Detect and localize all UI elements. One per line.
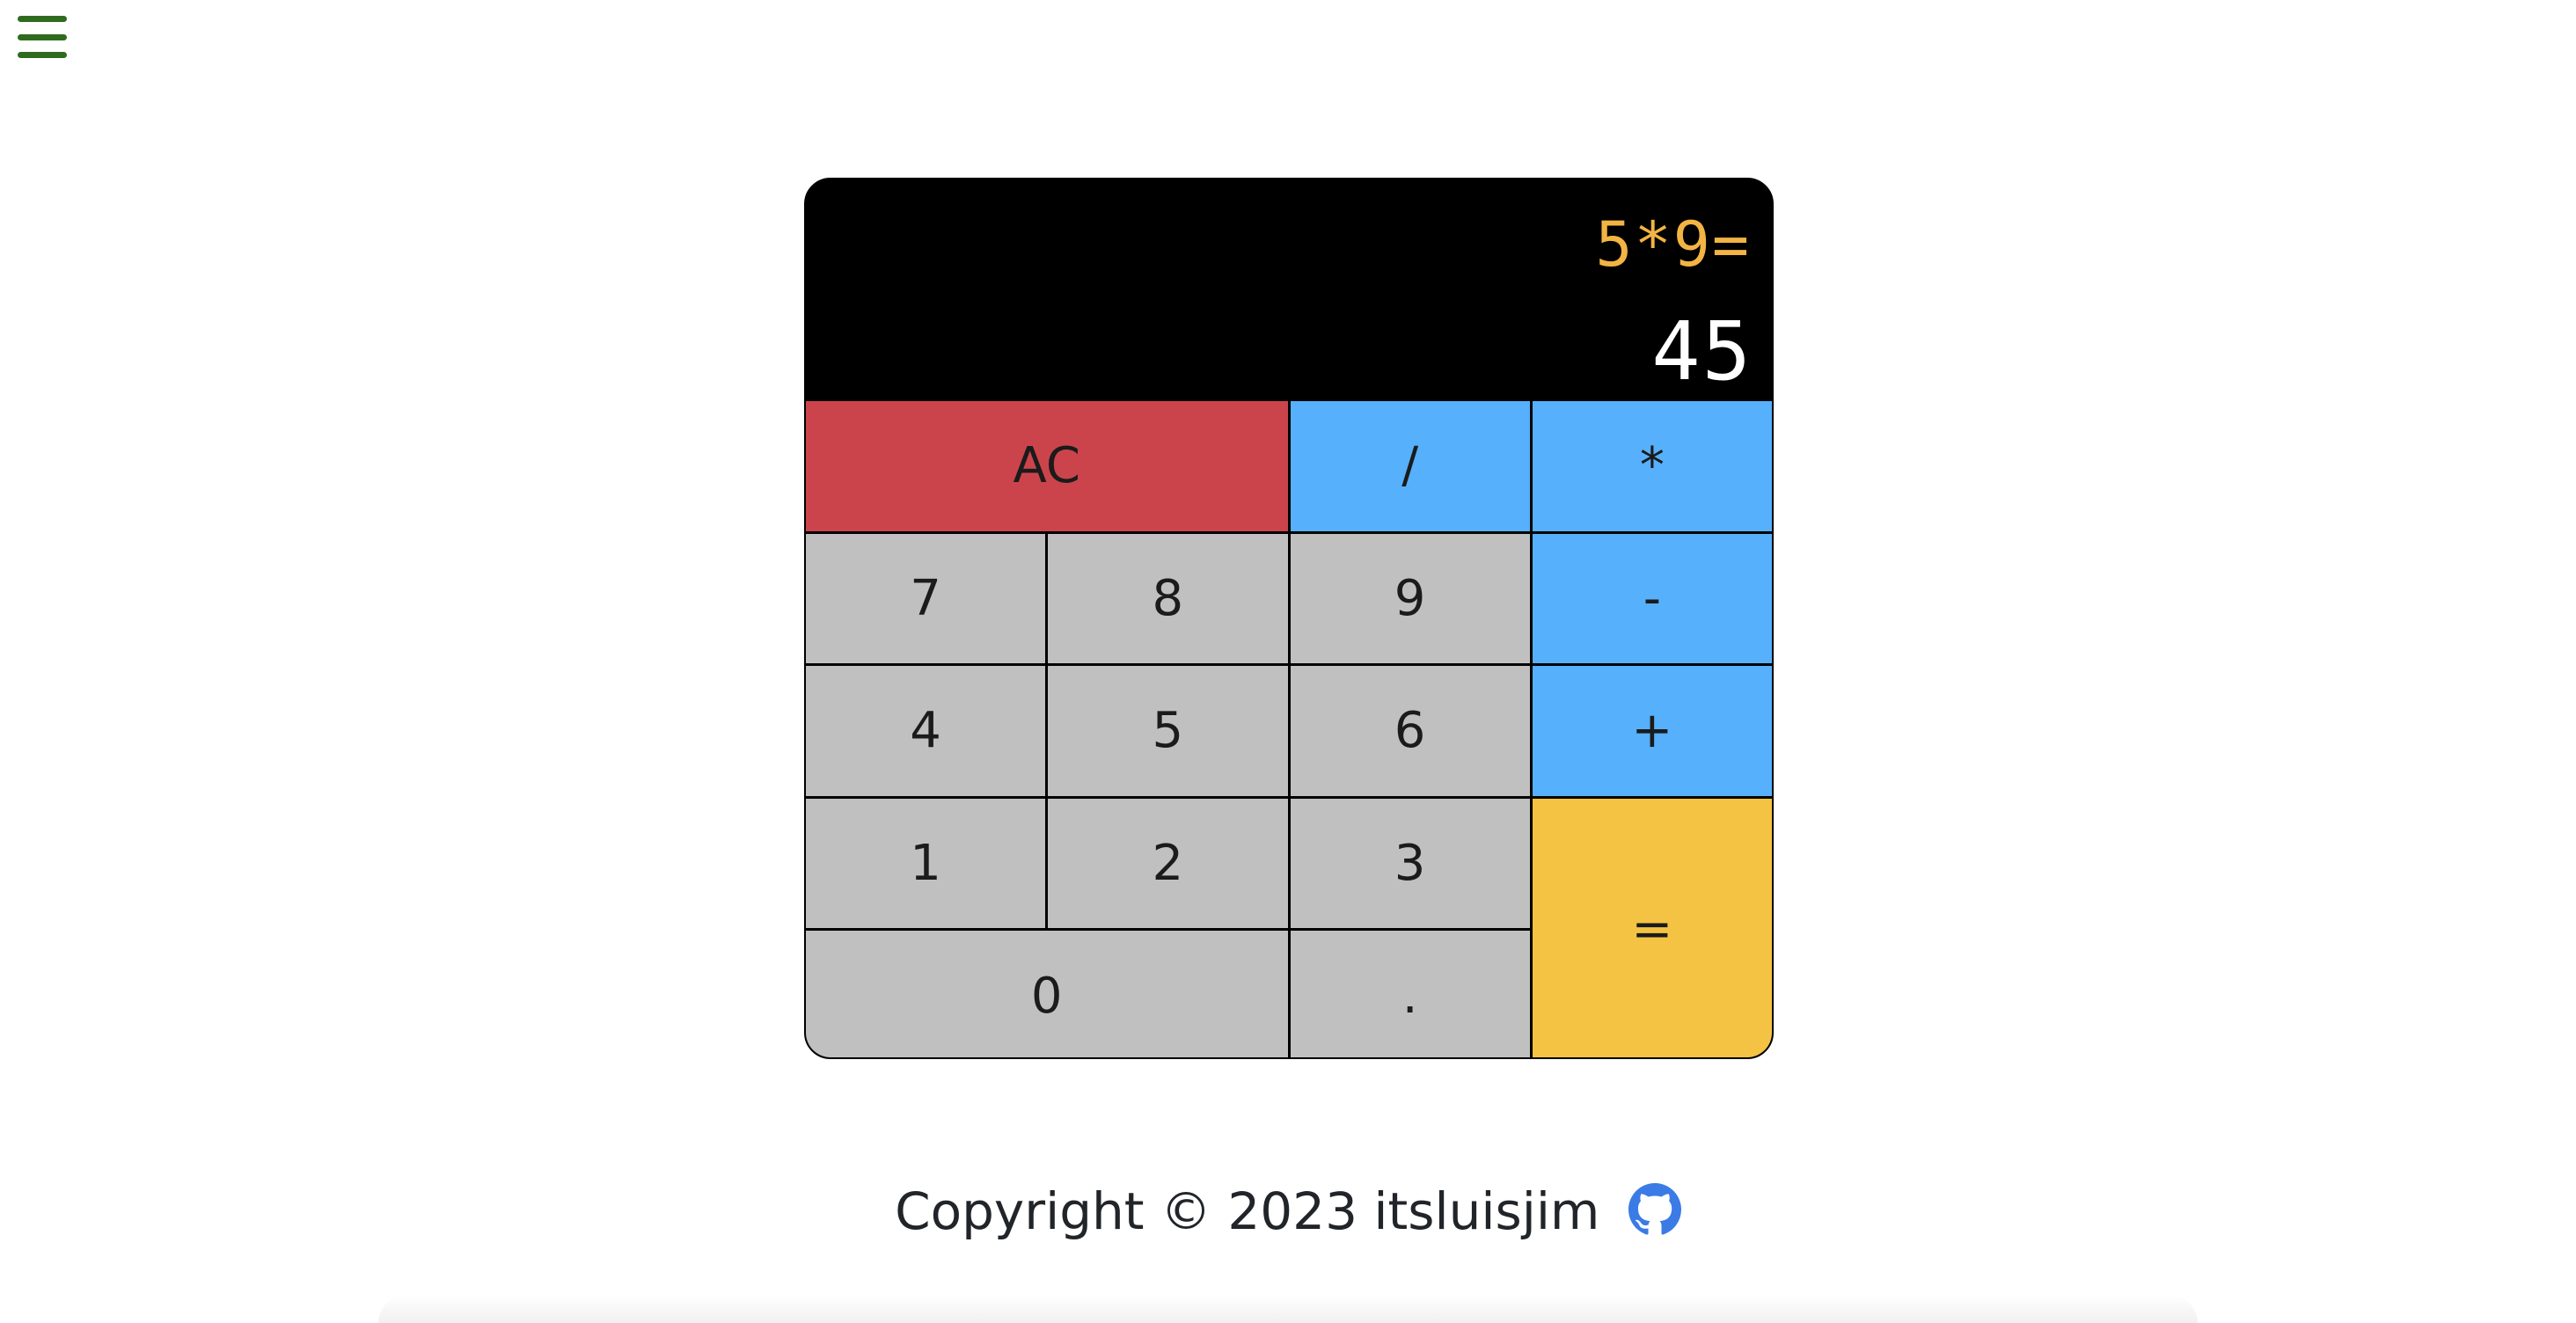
calculator-display: 5*9= 45 — [806, 179, 1772, 401]
copyright-text: Copyright © 2023 itsluisjim — [895, 1181, 1600, 1241]
keypad: AC / * 7 8 9 - 4 5 6 + 1 2 3 = 0 . — [806, 401, 1772, 1057]
equals-button[interactable]: = — [1532, 798, 1772, 1057]
four-button[interactable]: 4 — [806, 666, 1046, 796]
seven-button[interactable]: 7 — [806, 533, 1046, 664]
six-button[interactable]: 6 — [1290, 666, 1530, 796]
nine-button[interactable]: 9 — [1290, 533, 1530, 664]
five-button[interactable]: 5 — [1048, 666, 1288, 796]
menu-line — [18, 33, 67, 40]
hamburger-menu-icon[interactable] — [18, 16, 67, 58]
footer: Copyright © 2023 itsluisjim — [0, 1180, 2576, 1242]
calculator: 5*9= 45 AC / * 7 8 9 - 4 5 6 + 1 2 3 = 0… — [804, 178, 1774, 1059]
menu-line — [18, 16, 67, 22]
bottom-shadow — [378, 1295, 2198, 1323]
formula-display: 5*9= — [1595, 208, 1751, 281]
clear-button[interactable]: AC — [806, 401, 1288, 531]
result-display: 45 — [1651, 304, 1753, 398]
add-button[interactable]: + — [1532, 666, 1772, 796]
decimal-button[interactable]: . — [1290, 931, 1530, 1057]
page: 5*9= 45 AC / * 7 8 9 - 4 5 6 + 1 2 3 = 0… — [0, 0, 2576, 1323]
menu-line — [18, 52, 67, 58]
zero-button[interactable]: 0 — [806, 931, 1288, 1057]
multiply-button[interactable]: * — [1532, 401, 1772, 531]
divide-button[interactable]: / — [1290, 401, 1530, 531]
github-icon-graphic — [1628, 1183, 1681, 1235]
three-button[interactable]: 3 — [1290, 798, 1530, 929]
subtract-button[interactable]: - — [1532, 533, 1772, 664]
one-button[interactable]: 1 — [806, 798, 1046, 929]
github-icon[interactable] — [1628, 1183, 1681, 1236]
two-button[interactable]: 2 — [1048, 798, 1288, 929]
eight-button[interactable]: 8 — [1048, 533, 1288, 664]
